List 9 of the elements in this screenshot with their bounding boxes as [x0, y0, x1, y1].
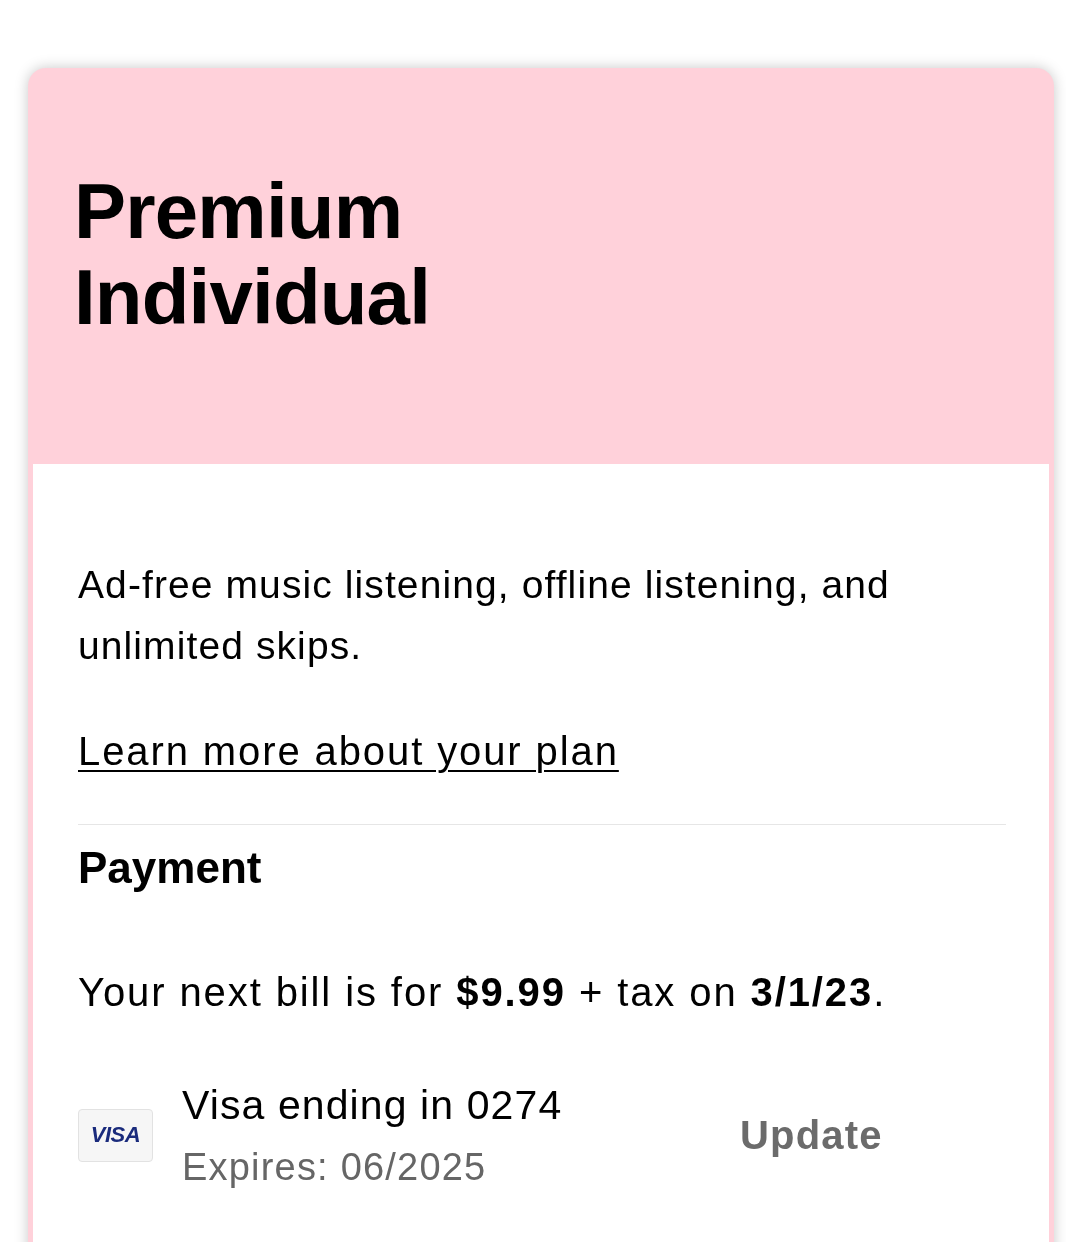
card-expiry: Expires: 06/2025: [182, 1145, 487, 1190]
plan-title: Premium Individual: [74, 168, 431, 340]
next-bill-text: Your next bill is for $9.99 + tax on 3/1/23.: [78, 969, 888, 1016]
update-button[interactable]: Update: [740, 1110, 883, 1160]
payment-heading: Payment: [78, 842, 263, 894]
card-label: Visa ending in 0274: [182, 1081, 563, 1130]
learn-more-link[interactable]: Learn more about your plan: [78, 726, 619, 776]
card-brand-logo: VISA: [78, 1108, 153, 1162]
plan-description: Ad-free music listening, offline listening, and unlimited skips.: [78, 562, 891, 669]
